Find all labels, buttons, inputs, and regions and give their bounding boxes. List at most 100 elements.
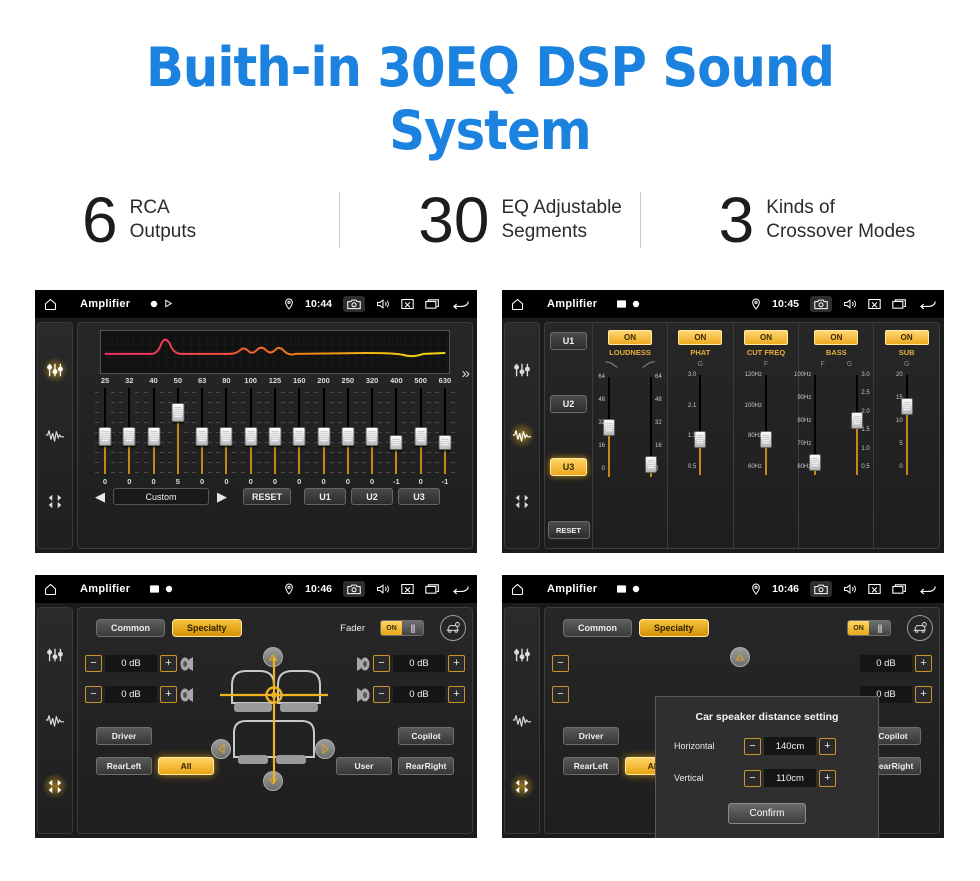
stepper-minus-button[interactable]: −: [85, 655, 102, 672]
eq-slider-knob[interactable]: [341, 426, 355, 446]
volume-icon[interactable]: [843, 583, 857, 595]
waveform-icon[interactable]: [42, 707, 68, 733]
recents-icon[interactable]: [425, 298, 440, 310]
dsp-on-toggle[interactable]: ON: [678, 330, 723, 345]
recents-icon[interactable]: [425, 583, 440, 595]
stepper-minus-button[interactable]: −: [552, 686, 569, 703]
eq-slider[interactable]: 5: [167, 388, 189, 486]
fader-toggle[interactable]: ON |||: [380, 620, 424, 636]
dsp-on-toggle[interactable]: ON: [608, 330, 652, 345]
eq-slider-knob[interactable]: [219, 426, 233, 446]
preset-u1-button[interactable]: U1: [550, 332, 587, 350]
dsp-slider[interactable]: 64 48 32 16 0: [635, 373, 667, 481]
dsp-on-toggle[interactable]: ON: [884, 330, 929, 345]
dsp-on-toggle[interactable]: ON: [814, 330, 859, 345]
dsp-slider[interactable]: 3.0 2.1 1.3 0.5: [684, 371, 716, 479]
back-arrow-icon[interactable]: [918, 298, 936, 310]
dsp-slider[interactable]: 64 48 32 16 0: [593, 373, 625, 481]
recents-icon[interactable]: [892, 298, 907, 310]
dsp-slider[interactable]: 120Hz 100Hz 80Hz 60Hz: [745, 371, 782, 479]
stepper-plus-button[interactable]: +: [448, 686, 465, 703]
eq-slider[interactable]: 0: [240, 388, 262, 486]
eq-sliders-icon[interactable]: [509, 642, 535, 668]
stepper-plus-button[interactable]: +: [160, 686, 177, 703]
eq-slider[interactable]: -1: [434, 388, 456, 486]
home-icon[interactable]: [43, 297, 58, 312]
car-seats-diagram[interactable]: [218, 655, 330, 790]
position-driver-button[interactable]: Driver: [563, 727, 619, 745]
eq-slider-knob[interactable]: [122, 426, 136, 446]
eq-sliders-icon[interactable]: [509, 357, 535, 383]
balance-icon[interactable]: [42, 773, 68, 800]
preset-u2-button[interactable]: U2: [550, 395, 587, 413]
dialog-confirm-button[interactable]: Confirm: [728, 803, 806, 824]
dsp-slider[interactable]: 3.0 2.5 2.0 1.5 1.0 0.5: [841, 371, 873, 479]
eq-slider-knob[interactable]: [98, 426, 112, 446]
eq-slider[interactable]: 0: [410, 388, 432, 486]
car-settings-icon[interactable]: [440, 615, 466, 641]
close-box-icon[interactable]: [401, 298, 414, 310]
tab-common[interactable]: Common: [96, 619, 165, 637]
eq-sliders-icon[interactable]: [42, 356, 68, 383]
eq-slider-knob[interactable]: [244, 426, 258, 446]
eq-slider-knob[interactable]: [171, 402, 185, 422]
eq-slider[interactable]: 0: [361, 388, 383, 486]
balance-icon[interactable]: [509, 488, 535, 514]
eq-slider[interactable]: 0: [143, 388, 165, 486]
car-settings-icon[interactable]: [907, 615, 933, 641]
position-rearleft-button[interactable]: RearLeft: [563, 757, 619, 775]
back-arrow-icon[interactable]: [451, 298, 469, 310]
eq-slider[interactable]: 0: [313, 388, 335, 486]
preset-u2-button[interactable]: U2: [351, 488, 393, 505]
camera-icon[interactable]: [810, 581, 832, 597]
preset-name-field[interactable]: Custom: [113, 488, 209, 505]
eq-slider-knob[interactable]: [292, 426, 306, 446]
eq-slider[interactable]: 0: [264, 388, 286, 486]
preset-u1-button[interactable]: U1: [304, 488, 346, 505]
eq-slider[interactable]: 0: [191, 388, 213, 486]
eq-slider[interactable]: 0: [215, 388, 237, 486]
eq-slider-knob[interactable]: [195, 426, 209, 446]
tab-common[interactable]: Common: [563, 619, 632, 637]
tab-specialty[interactable]: Specialty: [172, 619, 242, 637]
stepper-minus-button[interactable]: −: [373, 686, 390, 703]
position-all-button[interactable]: All: [158, 757, 214, 775]
balance-icon[interactable]: [509, 773, 535, 800]
eq-sliders-icon[interactable]: [42, 642, 68, 668]
eq-slider-knob[interactable]: [438, 435, 452, 451]
dialog-minus-button[interactable]: −: [744, 737, 761, 755]
eq-slider[interactable]: -1: [385, 388, 407, 486]
position-copilot-button[interactable]: Copilot: [398, 727, 454, 745]
preset-prev-button[interactable]: ◀: [92, 489, 108, 505]
home-icon[interactable]: [510, 297, 525, 312]
reset-button[interactable]: RESET: [243, 488, 291, 505]
back-arrow-icon[interactable]: [451, 583, 469, 595]
waveform-icon[interactable]: [509, 422, 535, 449]
preset-u3-button[interactable]: U3: [550, 458, 587, 476]
preset-next-button[interactable]: ▶: [214, 489, 230, 505]
close-box-icon[interactable]: [401, 583, 414, 595]
eq-slider-knob[interactable]: [414, 426, 428, 446]
eq-slider-knob[interactable]: [268, 426, 282, 446]
stepper-plus-button[interactable]: +: [915, 686, 932, 703]
dialog-minus-button[interactable]: −: [744, 769, 761, 787]
home-icon[interactable]: [510, 582, 525, 597]
stepper-minus-button[interactable]: −: [85, 686, 102, 703]
balance-icon[interactable]: [42, 488, 68, 514]
chevron-double-right-icon[interactable]: »: [462, 365, 470, 382]
stepper-plus-button[interactable]: +: [915, 655, 932, 672]
position-rearright-button[interactable]: RearRight: [398, 757, 454, 775]
close-box-icon[interactable]: [868, 298, 881, 310]
dialog-plus-button[interactable]: +: [819, 769, 836, 787]
close-box-icon[interactable]: [868, 583, 881, 595]
stepper-plus-button[interactable]: +: [448, 655, 465, 672]
tab-specialty[interactable]: Specialty: [639, 619, 709, 637]
back-arrow-icon[interactable]: [918, 583, 936, 595]
dsp-on-toggle[interactable]: ON: [744, 330, 788, 345]
position-rearleft-button[interactable]: RearLeft: [96, 757, 152, 775]
eq-slider[interactable]: 0: [337, 388, 359, 486]
recents-icon[interactable]: [892, 583, 907, 595]
reset-button[interactable]: RESET: [547, 521, 590, 539]
eq-slider[interactable]: 0: [94, 388, 116, 486]
volume-icon[interactable]: [843, 298, 857, 310]
